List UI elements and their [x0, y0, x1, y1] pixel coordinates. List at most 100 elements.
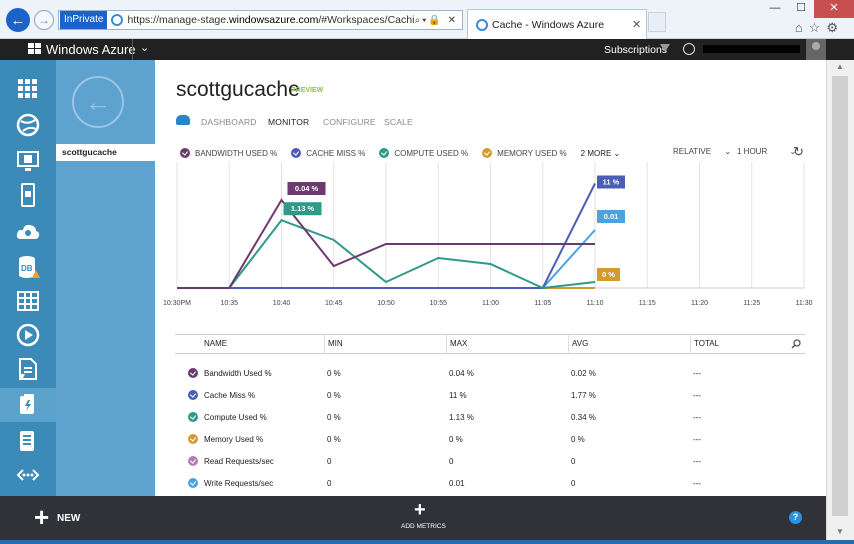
address-bar-icons[interactable]: ⌕▾🔒 ✕ [415, 15, 462, 26]
nav-service-bus-document-icon[interactable] [0, 352, 56, 386]
check-circle-icon[interactable] [188, 390, 198, 400]
url-text[interactable]: https://manage-stage.windowsazure.com/#W… [127, 14, 414, 26]
scrollbar-thumb[interactable] [832, 76, 848, 516]
table-row[interactable]: Bandwidth Used % 0 % 0.04 % 0.02 % --- [175, 362, 805, 384]
scroll-up-arrow-icon[interactable]: ▲ [836, 62, 844, 71]
tab-configure[interactable]: CONFIGURE [323, 117, 376, 127]
window-frame [0, 540, 854, 544]
x-tick-label: 11:05 [534, 300, 551, 307]
tab-monitor[interactable]: MONITOR [268, 117, 309, 127]
refresh-icon[interactable]: ↻ [793, 144, 804, 160]
tab-close-icon[interactable]: ✕ [632, 18, 646, 31]
svg-text:DB: DB [21, 264, 33, 273]
x-tick-label: 10:50 [377, 300, 395, 307]
check-circle-icon[interactable] [188, 456, 198, 466]
tab-title: Cache - Windows Azure [492, 18, 605, 31]
row-name: Memory Used % [204, 434, 264, 444]
table-row[interactable]: Compute Used % 0 % 1.13 % 0.34 % --- [175, 406, 805, 428]
back-arrow-icon[interactable]: ← [72, 76, 124, 128]
user-name-redacted[interactable] [703, 45, 800, 53]
table-row[interactable]: Cache Miss % 0 % 11 % 1.77 % --- [175, 384, 805, 406]
row-name: Write Requests/sec [204, 478, 274, 488]
avatar[interactable] [806, 39, 826, 60]
legend-item-compute[interactable]: COMPUTE USED % [379, 148, 468, 158]
x-tick-label: 11:00 [482, 300, 499, 307]
new-tab-button[interactable] [648, 12, 666, 32]
help-icon[interactable]: ? [789, 511, 802, 524]
nav-storage-table-icon[interactable] [0, 284, 56, 318]
header-avg[interactable]: AVG [568, 334, 690, 354]
row-avg: 0 % [571, 434, 585, 444]
row-total: --- [693, 456, 701, 466]
legend-label: COMPUTE USED % [394, 148, 469, 158]
header-total[interactable]: TOTAL [690, 334, 785, 354]
metrics-chart: 10:30PM 10:35 10:40 10:45 10:50 10:55 11:00 11:… [163, 162, 813, 307]
table-row[interactable]: Memory Used % 0 % 0 % 0 % --- [175, 428, 805, 450]
metrics-table: NAME MIN MAX AVG TOTAL Bandwidth Used % … [175, 334, 805, 494]
scrollbar[interactable]: ▲ ▼ [826, 60, 854, 540]
more-metrics-dropdown[interactable]: 2 MORE ⌄ [581, 149, 621, 158]
subscriptions-label[interactable]: Subscriptions [604, 44, 667, 56]
plus-icon[interactable]: + [34, 504, 49, 530]
nav-hdinsight-icon[interactable] [0, 424, 56, 458]
check-circle-icon[interactable] [188, 434, 198, 444]
legend-item-bandwidth[interactable]: BANDWIDTH USED % [180, 148, 277, 158]
add-metrics-plus-icon[interactable]: + [414, 500, 426, 520]
drawer-item-scottgucache[interactable]: scottgucache [56, 144, 155, 161]
row-avg: 0.02 % [571, 368, 596, 378]
new-button[interactable]: NEW [57, 513, 80, 524]
left-navigation: DB [0, 60, 56, 496]
inprivate-badge: InPrivate [60, 11, 108, 29]
row-min: 0 % [327, 412, 341, 422]
nav-cache-icon[interactable] [0, 388, 56, 422]
address-bar[interactable]: InPrivate https://manage-stage.windowsaz… [58, 10, 463, 30]
nav-mobile-services-phone-icon[interactable] [0, 178, 56, 212]
tab-dashboard[interactable]: DASHBOARD [201, 117, 257, 127]
maximize-icon[interactable]: ☐ [788, 0, 814, 18]
nav-media-services-play-icon[interactable] [0, 318, 56, 352]
nav-web-sites-globe-icon[interactable] [0, 108, 56, 142]
search-icon[interactable] [791, 339, 801, 349]
browser-tab[interactable]: Cache - Windows Azure ✕ [467, 9, 647, 39]
x-tick-label: 11:30 [796, 300, 813, 307]
header-name[interactable]: NAME [201, 334, 324, 354]
header-max[interactable]: MAX [446, 334, 568, 354]
browser-back-button[interactable]: ← [6, 8, 30, 32]
tab-scale[interactable]: SCALE [384, 117, 413, 127]
timespan-dropdown[interactable]: 1 HOUR ⌄ [737, 147, 796, 156]
add-metrics-button[interactable]: ADD METRICS [401, 523, 446, 530]
row-total: --- [693, 368, 701, 378]
browser-toolbar-icons[interactable]: ⌂☆⚙ [795, 20, 844, 36]
x-tick-label: 10:30PM [163, 300, 191, 307]
scroll-down-arrow-icon[interactable]: ▼ [836, 527, 844, 536]
row-min: 0 [327, 456, 332, 466]
windows-logo-icon [28, 43, 41, 55]
globe-icon[interactable] [683, 43, 695, 55]
row-min: 0 [327, 478, 332, 488]
minimize-icon[interactable]: — [762, 0, 788, 18]
nav-all-items-grid-icon[interactable] [0, 72, 56, 106]
data-label: 11 % [603, 178, 620, 187]
x-tick-label: 10:55 [429, 300, 447, 307]
portal-brand[interactable]: Windows Azure [46, 42, 136, 57]
browser-forward-button[interactable]: → [34, 10, 54, 30]
chevron-down-icon[interactable]: ⌄ [140, 41, 149, 54]
check-circle-icon[interactable] [188, 478, 198, 488]
check-circle-icon[interactable] [188, 412, 198, 422]
nav-cloud-services-cloud-icon[interactable] [0, 215, 56, 249]
window-close-icon[interactable]: ✕ [814, 0, 854, 18]
check-circle-icon[interactable] [188, 368, 198, 378]
range-dropdown[interactable]: RELATIVE ⌄ [673, 147, 731, 156]
nav-virtual-machines-monitor-icon[interactable] [0, 144, 56, 178]
row-total: --- [693, 434, 701, 444]
legend-item-cache-miss[interactable]: CACHE MISS % [291, 148, 365, 158]
row-name: Cache Miss % [204, 390, 256, 400]
row-total: --- [693, 412, 701, 422]
table-row[interactable]: Read Requests/sec 0 0 0 --- [175, 450, 805, 472]
header-min[interactable]: MIN [324, 334, 446, 354]
nav-sql-databases-db-icon[interactable]: DB [0, 250, 56, 284]
table-row[interactable]: Write Requests/sec 0 0.01 0 --- [175, 472, 805, 494]
filter-icon[interactable] [660, 44, 670, 52]
legend-item-memory[interactable]: MEMORY USED % [482, 148, 567, 158]
nav-networks-icon[interactable] [0, 458, 56, 492]
